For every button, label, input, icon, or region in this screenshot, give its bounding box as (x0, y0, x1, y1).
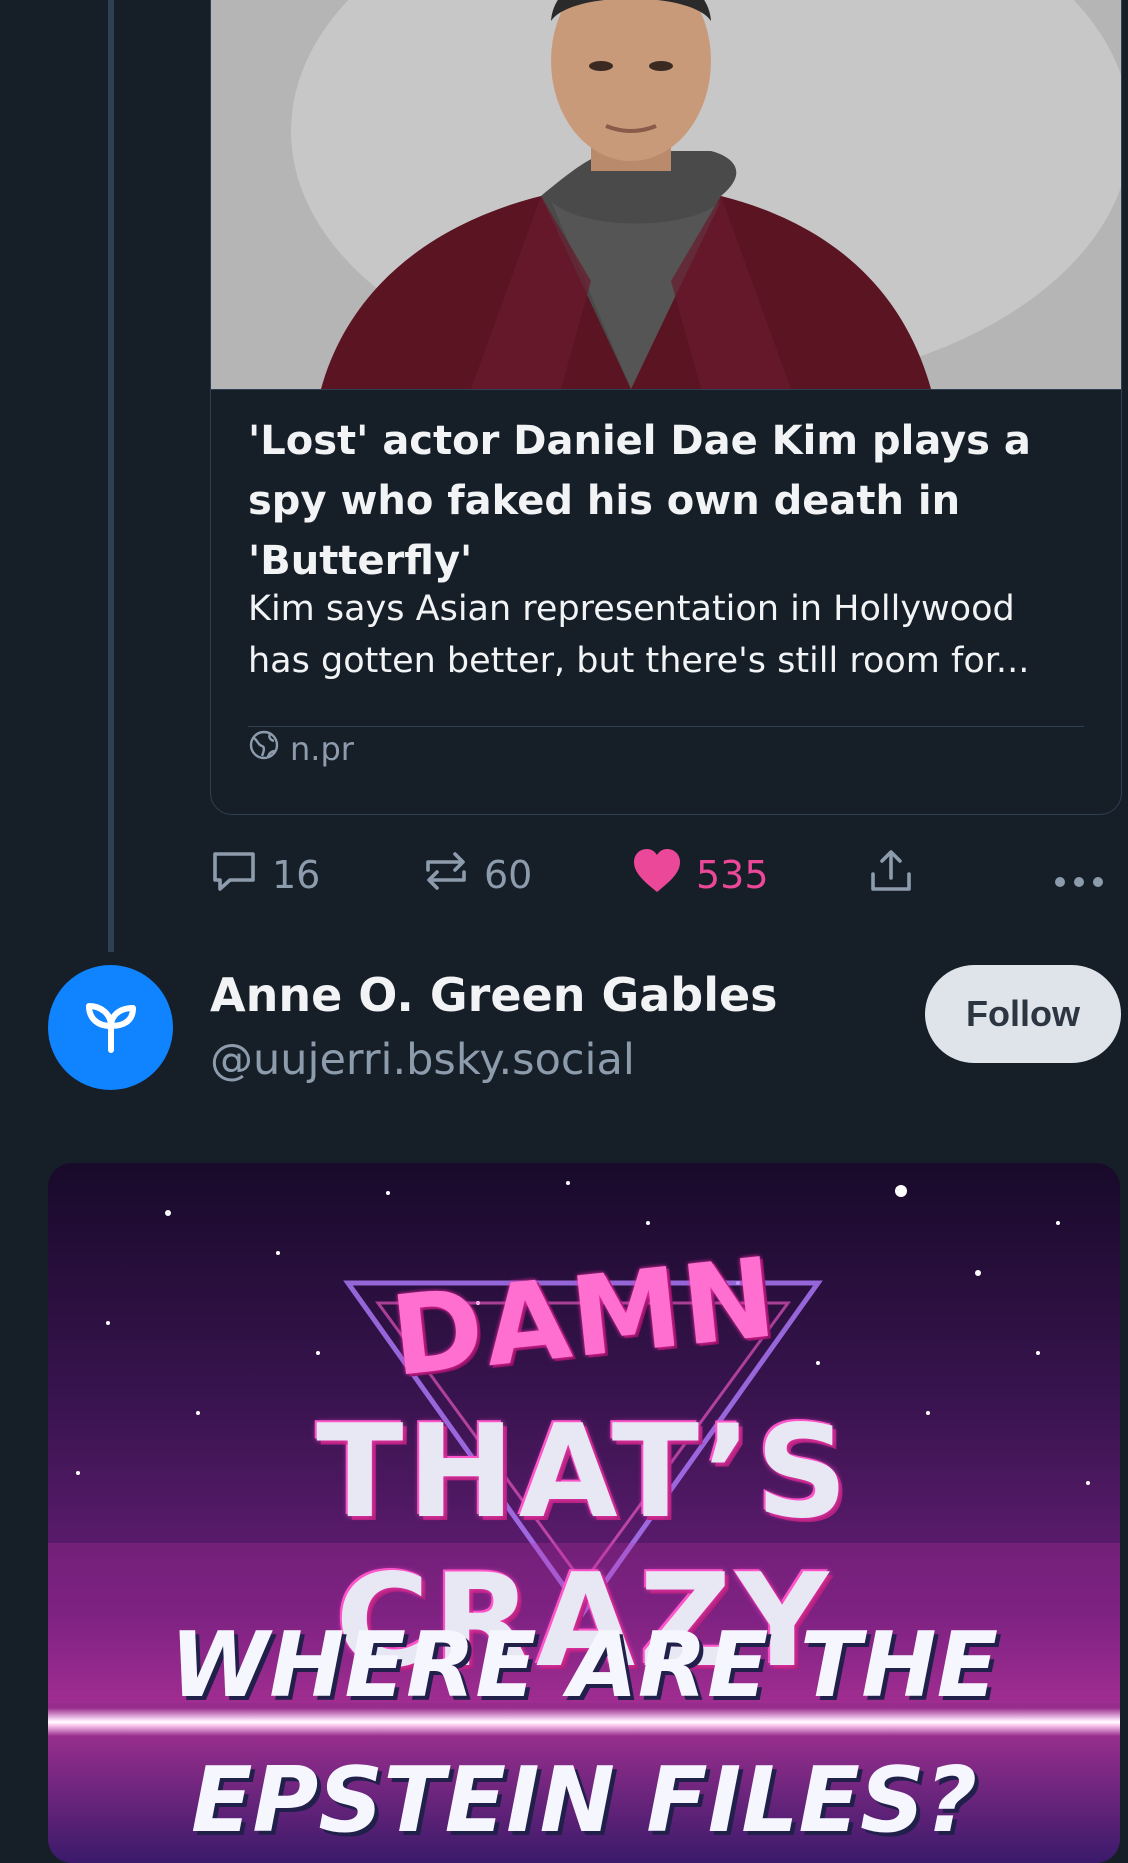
reply-icon (210, 848, 258, 903)
share-button[interactable] (868, 848, 914, 902)
avatar[interactable] (48, 965, 173, 1090)
repost-count: 60 (484, 853, 533, 897)
repost-icon (422, 848, 470, 903)
reply-count: 16 (272, 853, 321, 897)
reply-button[interactable]: 16 (210, 848, 320, 902)
meme-line-epstein: EPSTEIN FILES? (190, 1748, 978, 1853)
more-options-button[interactable] (1054, 848, 1104, 902)
like-count: 535 (696, 853, 769, 897)
follow-button[interactable]: Follow (925, 965, 1121, 1063)
heart-icon (632, 848, 682, 903)
card-divider (248, 726, 1084, 727)
like-button[interactable]: 535 (632, 848, 769, 902)
thread-line (108, 0, 114, 952)
post-actions: 16 60 535 (0, 848, 1128, 902)
author-handle[interactable]: @uujerri.bsky.social (210, 1035, 635, 1085)
post-image[interactable]: DAMN THAT’S CRAZY WHERE ARE THE EPSTEIN … (48, 1163, 1120, 1863)
meme-line-where: WHERE ARE THE (169, 1613, 999, 1718)
sprout-icon (81, 996, 141, 1060)
repost-button[interactable]: 60 (422, 848, 532, 902)
author-name[interactable]: Anne O. Green Gables (210, 968, 778, 1022)
link-title: 'Lost' actor Daniel Dae Kim plays a spy … (248, 418, 1031, 584)
link-preview-image (211, 0, 1121, 390)
link-preview-card[interactable]: 'Lost' actor Daniel Dae Kim plays a spy … (210, 0, 1122, 815)
link-description: Kim says Asian representation in Hollywo… (248, 589, 1030, 681)
globe-icon (248, 729, 280, 769)
link-domain: n.pr (248, 727, 354, 771)
share-icon (868, 848, 914, 903)
ellipsis-icon (1054, 853, 1104, 897)
